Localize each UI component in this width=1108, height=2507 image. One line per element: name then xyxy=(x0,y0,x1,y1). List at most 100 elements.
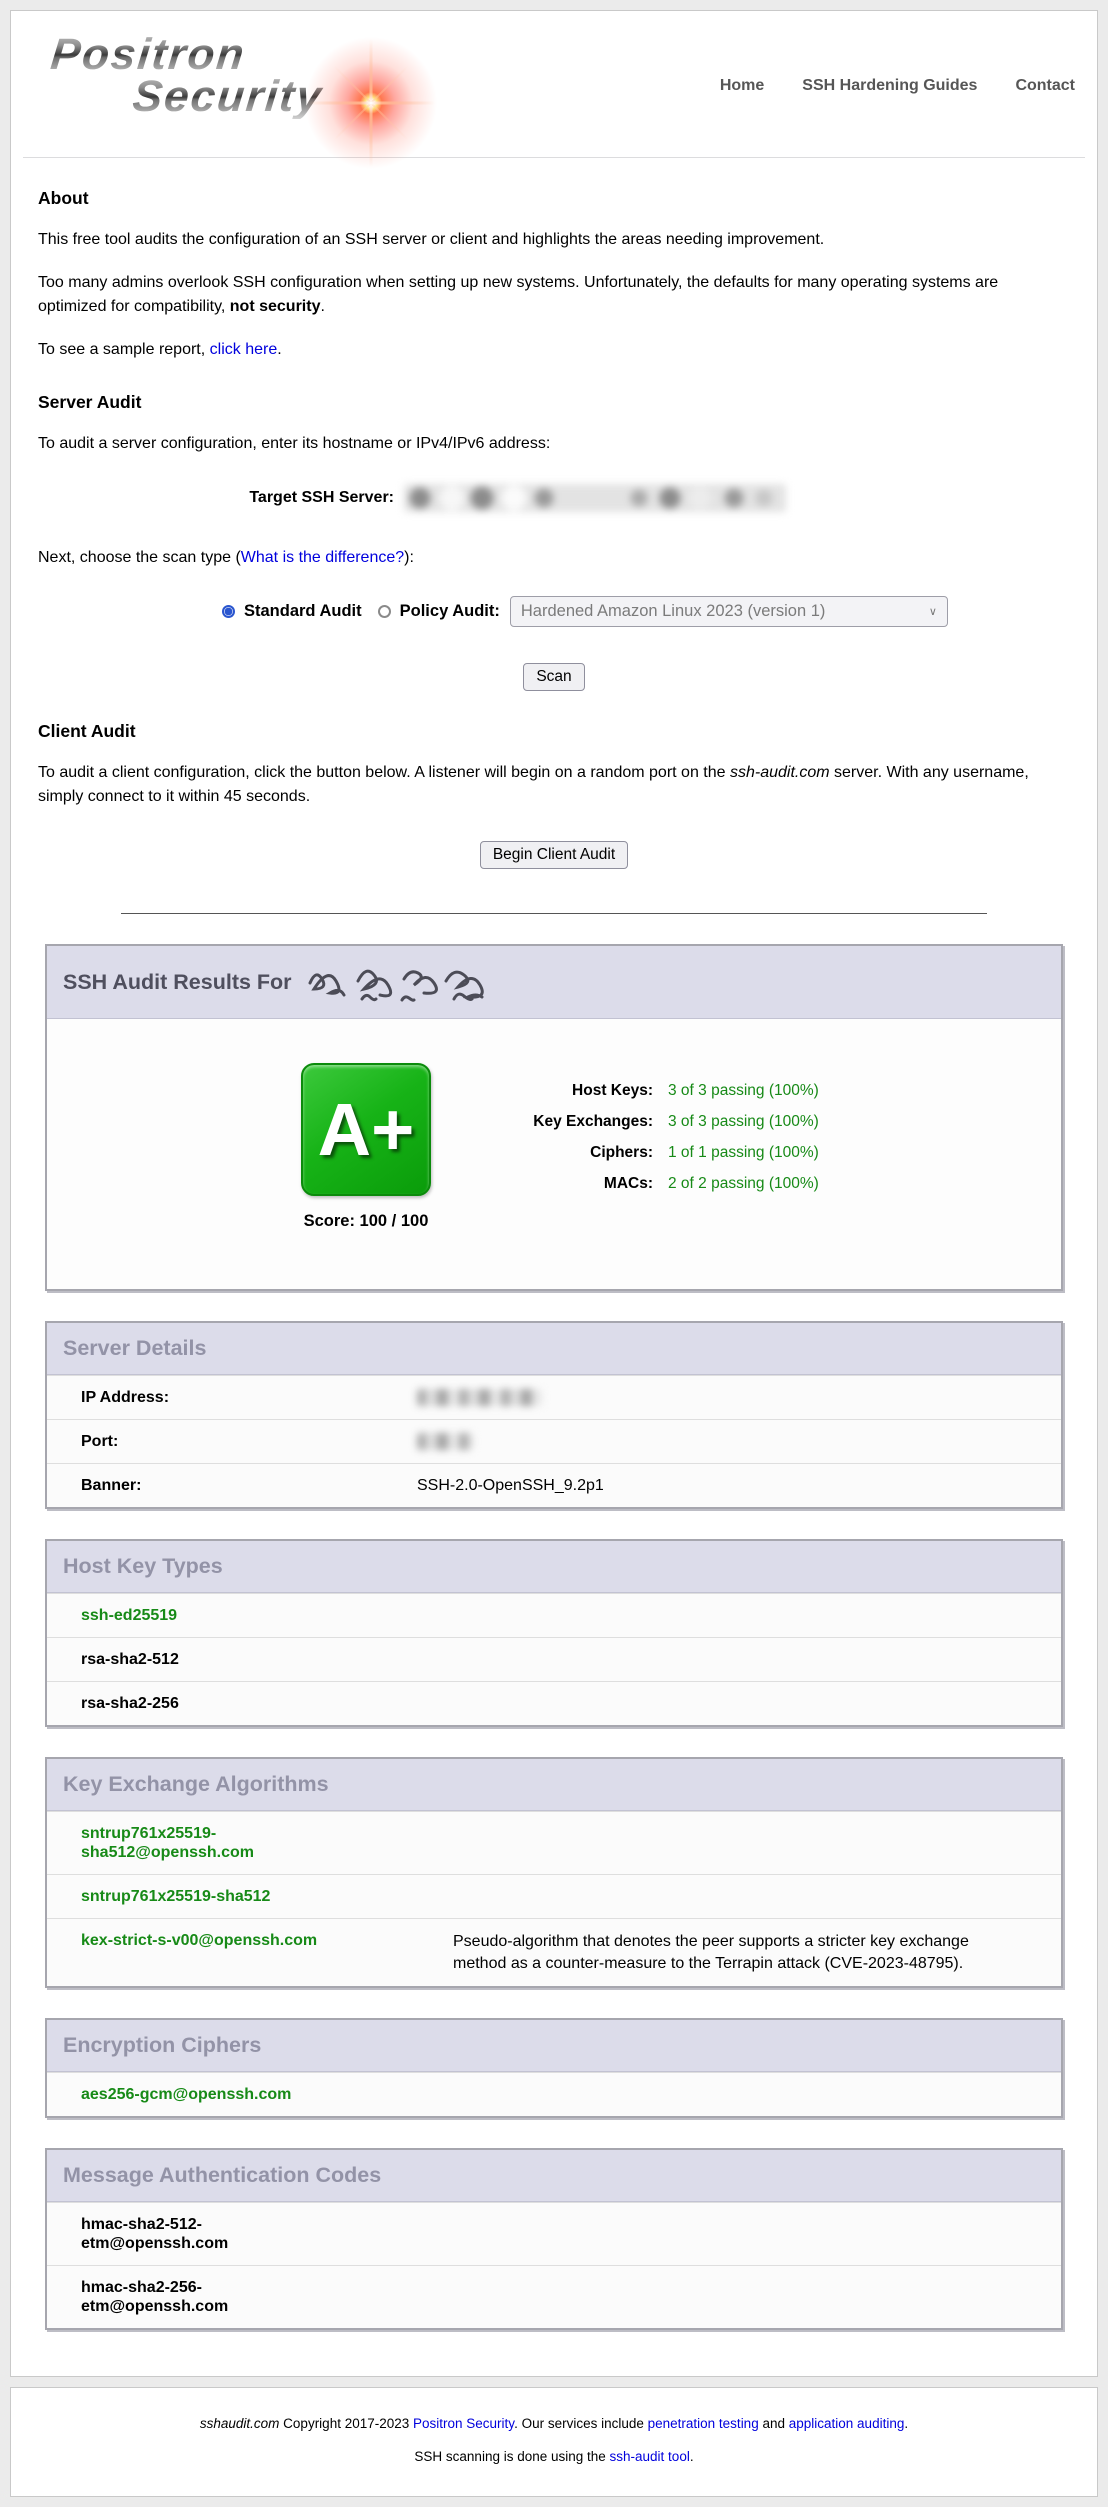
table-row: Banner: SSH-2.0-OpenSSH_9.2p1 xyxy=(47,1463,1061,1507)
encryption-ciphers-header: Encryption Ciphers xyxy=(47,2020,1061,2072)
port-label: Port: xyxy=(81,1432,417,1451)
sample-report-period: . xyxy=(277,341,281,358)
standard-audit-label: Standard Audit xyxy=(244,602,362,621)
grade-badge: A+ xyxy=(301,1063,431,1196)
table-row: Port: xyxy=(47,1419,1061,1463)
stat-label: Key Exchanges: xyxy=(467,1106,653,1137)
policy-audit-radio[interactable] xyxy=(378,605,391,618)
scan-type-options: Standard Audit Policy Audit: Hardened Am… xyxy=(222,596,1070,627)
port-redacted-value xyxy=(417,1433,473,1450)
standard-audit-radio[interactable] xyxy=(222,605,235,618)
about-p2-period: . xyxy=(320,298,324,315)
stat-key-exchanges: Key Exchanges: 3 of 3 passing (100%) xyxy=(467,1106,819,1137)
header-divider xyxy=(23,157,1085,158)
redacted-hostname-scribble xyxy=(306,961,502,1005)
footer-penetration-testing-link[interactable]: penetration testing xyxy=(648,2416,759,2431)
about-heading: About xyxy=(38,188,1070,209)
policy-audit-label: Policy Audit: xyxy=(400,602,500,621)
server-details-header: Server Details xyxy=(47,1323,1061,1375)
client-audit-heading: Client Audit xyxy=(38,721,1070,742)
table-row: hmac-sha2-256- etm@openssh.com xyxy=(47,2265,1061,2328)
server-audit-instructions: To audit a server configuration, enter i… xyxy=(38,432,1070,456)
key-exchange-title: Key Exchange Algorithms xyxy=(63,1772,329,1797)
footer-line-1: sshaudit.com Copyright 2017-2023 Positro… xyxy=(21,2416,1087,2431)
macs-header: Message Authentication Codes xyxy=(47,2150,1061,2202)
nav-home[interactable]: Home xyxy=(720,77,764,95)
stat-value: 1 of 1 passing (100%) xyxy=(668,1137,819,1168)
kex-algorithm-note: Pseudo-algorithm that denotes the peer s… xyxy=(453,1931,1013,1974)
host-key-name: rsa-sha2-512 xyxy=(81,1650,331,1669)
sample-report-link[interactable]: click here xyxy=(210,341,278,358)
table-row: rsa-sha2-256 xyxy=(47,1681,1061,1725)
stat-label: Ciphers: xyxy=(467,1137,653,1168)
server-audit-heading: Server Audit xyxy=(38,392,1070,413)
scan-type-line: Next, choose the scan type (What is the … xyxy=(38,546,1070,570)
stat-label: Host Keys: xyxy=(467,1075,653,1106)
target-server-label: Target SSH Server: xyxy=(38,489,404,507)
encryption-ciphers-title: Encryption Ciphers xyxy=(63,2033,261,2058)
host-key-name: rsa-sha2-256 xyxy=(81,1694,331,1713)
table-row: aes256-gcm@openssh.com xyxy=(47,2072,1061,2116)
scan-type-text: Next, choose the scan type ( xyxy=(38,549,241,566)
about-p2-text: Too many admins overlook SSH configurati… xyxy=(38,274,998,315)
footer-domain: sshaudit.com xyxy=(200,2416,280,2431)
table-row: IP Address: xyxy=(47,1375,1061,1419)
kex-algorithm-name: kex-strict-s-v00@openssh.com xyxy=(81,1931,331,1974)
footer-text: . xyxy=(904,2416,908,2431)
macs-panel: Message Authentication Codes hmac-sha2-5… xyxy=(45,2148,1063,2330)
table-row: sntrup761x25519- sha512@openssh.com xyxy=(47,1811,1061,1874)
results-title: SSH Audit Results For xyxy=(63,970,292,995)
about-paragraph-2: Too many admins overlook SSH configurati… xyxy=(38,271,1070,319)
banner-value: SSH-2.0-OpenSSH_9.2p1 xyxy=(417,1476,604,1495)
mac-name: hmac-sha2-512- etm@openssh.com xyxy=(81,2215,331,2253)
banner-label: Banner: xyxy=(81,1476,417,1495)
target-server-row: Target SSH Server: xyxy=(38,484,1070,512)
kex-algorithm-name: sntrup761x25519-sha512 xyxy=(81,1887,331,1906)
logo-text-security: Security xyxy=(131,75,325,119)
footer-positron-security-link[interactable]: Positron Security xyxy=(413,2416,514,2431)
scan-type-suffix: ): xyxy=(404,549,414,566)
encryption-ciphers-panel: Encryption Ciphers aes256-gcm@openssh.co… xyxy=(45,2018,1063,2118)
score-label: Score: 100 / 100 xyxy=(301,1212,431,1231)
nav-ssh-hardening-guides[interactable]: SSH Hardening Guides xyxy=(802,77,977,95)
table-row: kex-strict-s-v00@openssh.com Pseudo-algo… xyxy=(47,1918,1061,1986)
macs-title: Message Authentication Codes xyxy=(63,2163,381,2188)
begin-client-audit-button[interactable]: Begin Client Audit xyxy=(480,841,628,869)
scan-button[interactable]: Scan xyxy=(523,663,584,691)
stat-label: MACs: xyxy=(467,1168,653,1199)
results-panel: SSH Audit Results For A+ Score: 100 / xyxy=(45,944,1063,1291)
positron-security-logo[interactable]: Positron Security xyxy=(33,21,463,151)
site-header: Positron Security Home SSH Hardening Gui… xyxy=(11,11,1097,157)
policy-select-value: Hardened Amazon Linux 2023 (version 1) xyxy=(521,602,826,621)
policy-select[interactable]: Hardened Amazon Linux 2023 (version 1) ∨ xyxy=(510,596,948,627)
ip-address-redacted-value xyxy=(417,1389,542,1406)
server-details-title: Server Details xyxy=(63,1336,206,1361)
footer-text: . xyxy=(690,2449,694,2464)
about-paragraph-3: To see a sample report, click here. xyxy=(38,338,1070,362)
scan-type-difference-link[interactable]: What is the difference? xyxy=(241,549,404,566)
main-content-box: Positron Security Home SSH Hardening Gui… xyxy=(10,10,1098,2377)
nav-contact[interactable]: Contact xyxy=(1015,77,1075,95)
stat-macs: MACs: 2 of 2 passing (100%) xyxy=(467,1168,819,1199)
footer-application-auditing-link[interactable]: application auditing xyxy=(789,2416,905,2431)
kex-algorithm-name: sntrup761x25519- sha512@openssh.com xyxy=(81,1824,331,1862)
red-starburst-icon xyxy=(303,35,439,171)
table-row: hmac-sha2-512- etm@openssh.com xyxy=(47,2202,1061,2265)
table-row: rsa-sha2-512 xyxy=(47,1637,1061,1681)
footer-line-2: SSH scanning is done using the ssh-audit… xyxy=(21,2449,1087,2464)
footer-copyright-text: Copyright 2017-2023 xyxy=(279,2416,413,2431)
results-panel-header: SSH Audit Results For xyxy=(47,946,1061,1019)
stat-host-keys: Host Keys: 3 of 3 passing (100%) xyxy=(467,1075,819,1106)
ssh-audit-domain-italic: ssh-audit.com xyxy=(730,764,830,781)
grade-letter: A+ xyxy=(318,1093,415,1167)
ip-address-label: IP Address: xyxy=(81,1388,417,1407)
footer-ssh-audit-tool-link[interactable]: ssh-audit tool xyxy=(610,2449,690,2464)
sample-report-text: To see a sample report, xyxy=(38,341,210,358)
footer-text: and xyxy=(759,2416,789,2431)
client-audit-paragraph: To audit a client configuration, click t… xyxy=(38,761,1070,809)
site-footer: sshaudit.com Copyright 2017-2023 Positro… xyxy=(10,2387,1098,2497)
stat-value: 2 of 2 passing (100%) xyxy=(668,1168,819,1199)
cipher-name: aes256-gcm@openssh.com xyxy=(81,2085,331,2104)
chevron-down-icon: ∨ xyxy=(929,605,937,618)
target-server-input[interactable] xyxy=(404,484,786,512)
